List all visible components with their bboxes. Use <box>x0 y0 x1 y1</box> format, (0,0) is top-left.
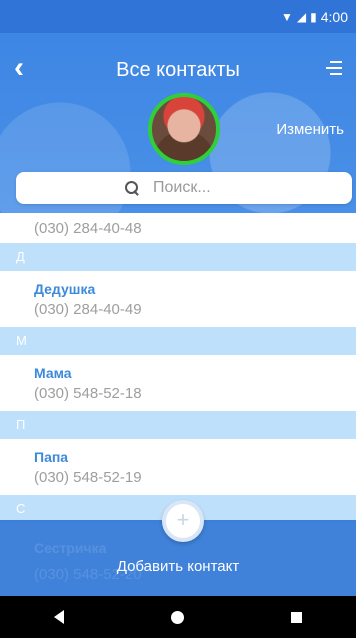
nav-back-icon[interactable] <box>53 610 64 624</box>
list-item[interactable]: Папа (030) 548-52-19 <box>0 439 356 495</box>
avatar[interactable] <box>148 93 220 165</box>
list-item[interactable]: Мама (030) 548-52-18 <box>0 355 356 411</box>
section-header: П <box>0 411 356 439</box>
search-icon <box>125 181 139 195</box>
section-header: М <box>0 327 356 355</box>
status-bar: ▼ ◢ ▮ 4:00 <box>0 0 356 33</box>
edit-button[interactable]: Изменить <box>276 121 344 138</box>
contact-name: Папа <box>34 449 69 465</box>
contact-name: Мама <box>34 365 72 381</box>
wifi-icon: ▼ <box>281 9 293 24</box>
menu-icon[interactable] <box>326 61 342 75</box>
contact-phone: (030) 284-40-49 <box>34 301 142 318</box>
nav-bar <box>0 596 356 638</box>
contact-phone: (030) 548-52-18 <box>34 385 142 402</box>
search-bar[interactable] <box>16 172 352 204</box>
contact-phone: (030) 548-52-19 <box>34 469 142 486</box>
contact-phone: (030) 284-40-48 <box>34 220 142 237</box>
signal-icon: ◢ <box>296 9 307 24</box>
status-time: 4:00 <box>320 8 348 25</box>
battery-icon: ▮ <box>310 9 317 24</box>
contact-name: Дедушка <box>34 281 96 297</box>
add-contact-button[interactable]: Добавить контакт <box>0 558 356 575</box>
contact-list: (030) 284-40-48 Д Дедушка (030) 284-40-4… <box>0 215 356 523</box>
contact-name: Сестричка <box>34 540 107 556</box>
plus-icon[interactable]: + <box>162 500 204 542</box>
nav-recents-icon[interactable] <box>291 611 303 623</box>
page-title: Все контакты <box>116 59 240 81</box>
section-header: Д <box>0 243 356 271</box>
list-item[interactable]: Дедушка (030) 284-40-49 <box>0 271 356 327</box>
search-input[interactable] <box>153 179 243 197</box>
nav-home-icon[interactable] <box>170 610 184 624</box>
